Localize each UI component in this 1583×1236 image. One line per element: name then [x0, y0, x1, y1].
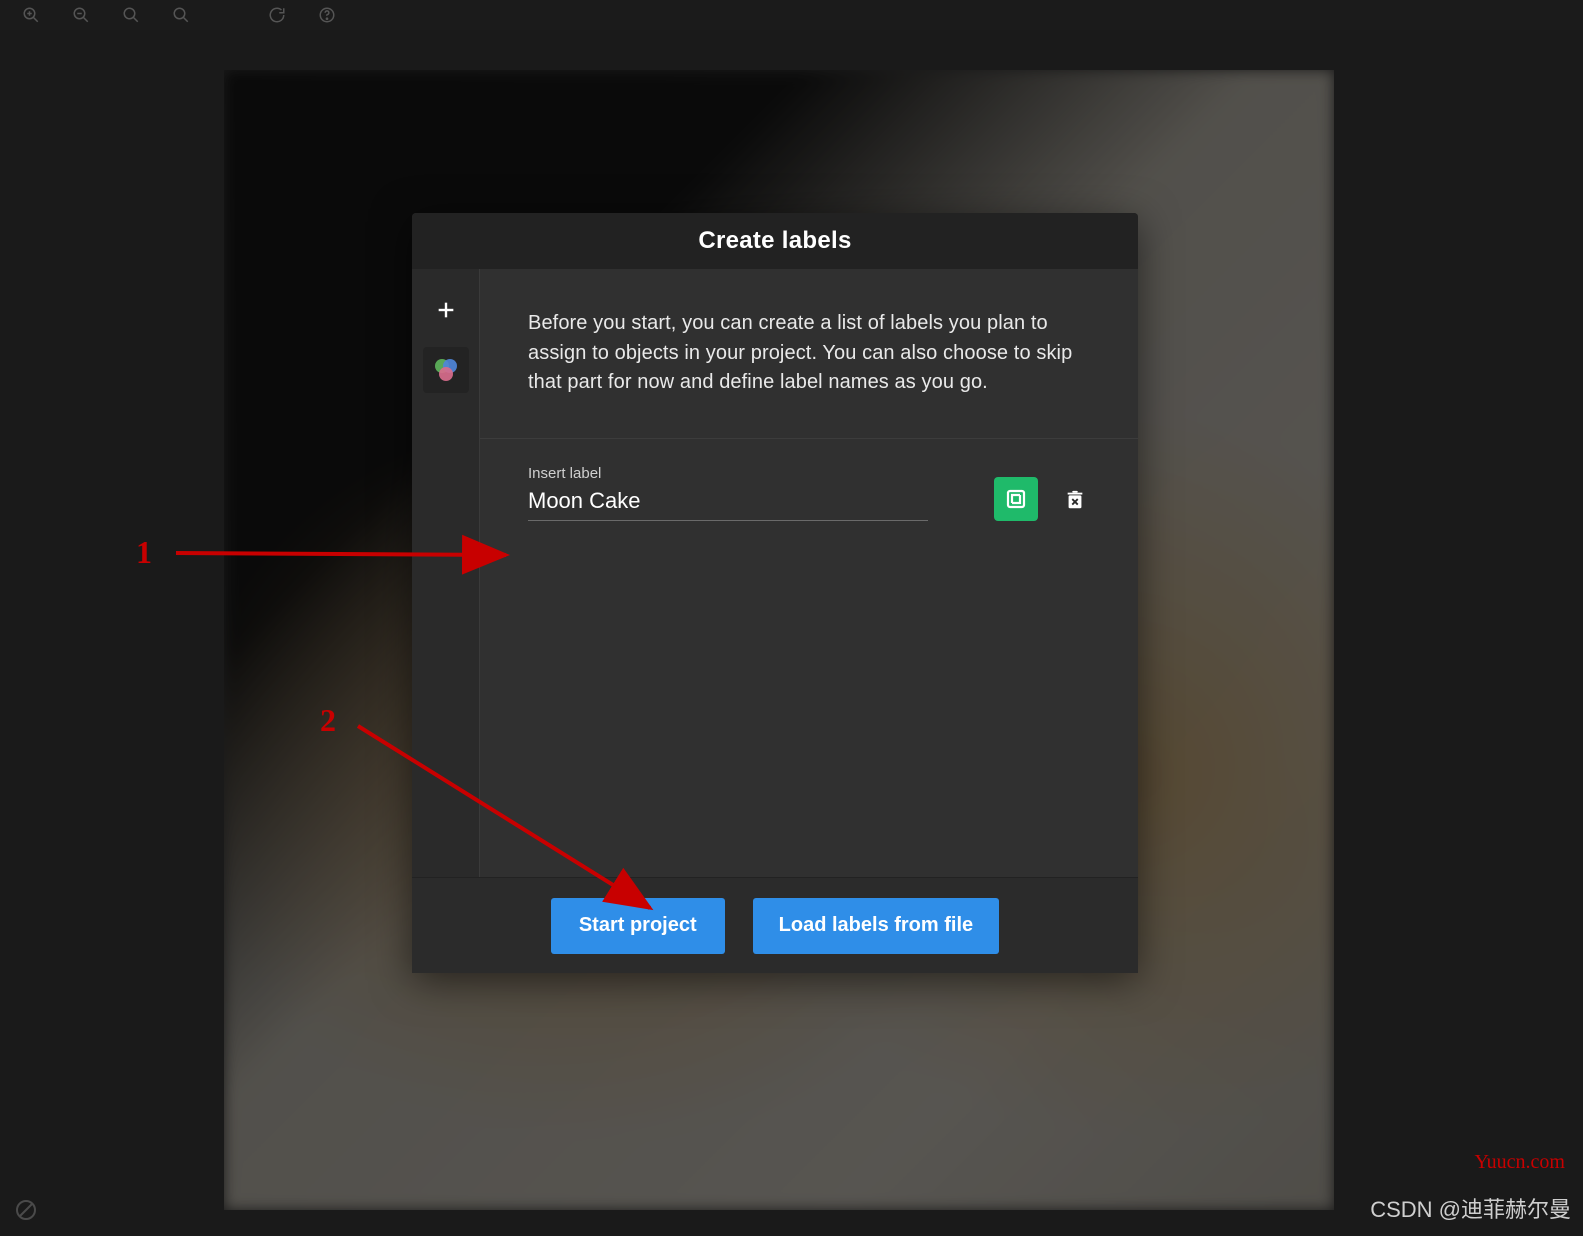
- divider: [480, 438, 1138, 439]
- delete-label-button[interactable]: [1060, 485, 1090, 515]
- zoom-fit-icon[interactable]: [120, 4, 142, 26]
- field-label: Insert label: [528, 465, 928, 482]
- forbidden-icon: [14, 1198, 38, 1222]
- zoom-in-icon[interactable]: [20, 4, 42, 26]
- watermark-site: Yuucn.com: [1474, 1151, 1565, 1174]
- trash-icon: [1064, 488, 1086, 512]
- shuffle-color-button[interactable]: [994, 477, 1038, 521]
- annotation-arrow-1: [176, 538, 526, 578]
- intro-text: Before you start, you can create a list …: [528, 309, 1090, 398]
- zoom-reset-icon[interactable]: [170, 4, 192, 26]
- load-labels-button[interactable]: Load labels from file: [753, 898, 999, 954]
- annotation-number-1: 1: [136, 534, 152, 571]
- zoom-out-icon[interactable]: [70, 4, 92, 26]
- plus-icon: [435, 299, 457, 321]
- shuffle-icon: [1004, 487, 1028, 511]
- top-toolbar: [0, 0, 1583, 30]
- color-wheel-icon: [431, 355, 461, 385]
- label-row: Insert label: [528, 465, 1090, 521]
- modal-title: Create labels: [412, 213, 1138, 269]
- add-label-button[interactable]: [423, 287, 469, 333]
- watermark-csdn: CSDN @迪菲赫尔曼: [1370, 1192, 1571, 1224]
- label-field: Insert label: [528, 465, 928, 521]
- help-icon[interactable]: [316, 4, 338, 26]
- annotation-arrow-2: [358, 718, 678, 938]
- color-wheel-button[interactable]: [423, 347, 469, 393]
- annotation-number-2: 2: [320, 702, 336, 739]
- label-name-input[interactable]: [528, 486, 928, 521]
- refresh-icon[interactable]: [266, 4, 288, 26]
